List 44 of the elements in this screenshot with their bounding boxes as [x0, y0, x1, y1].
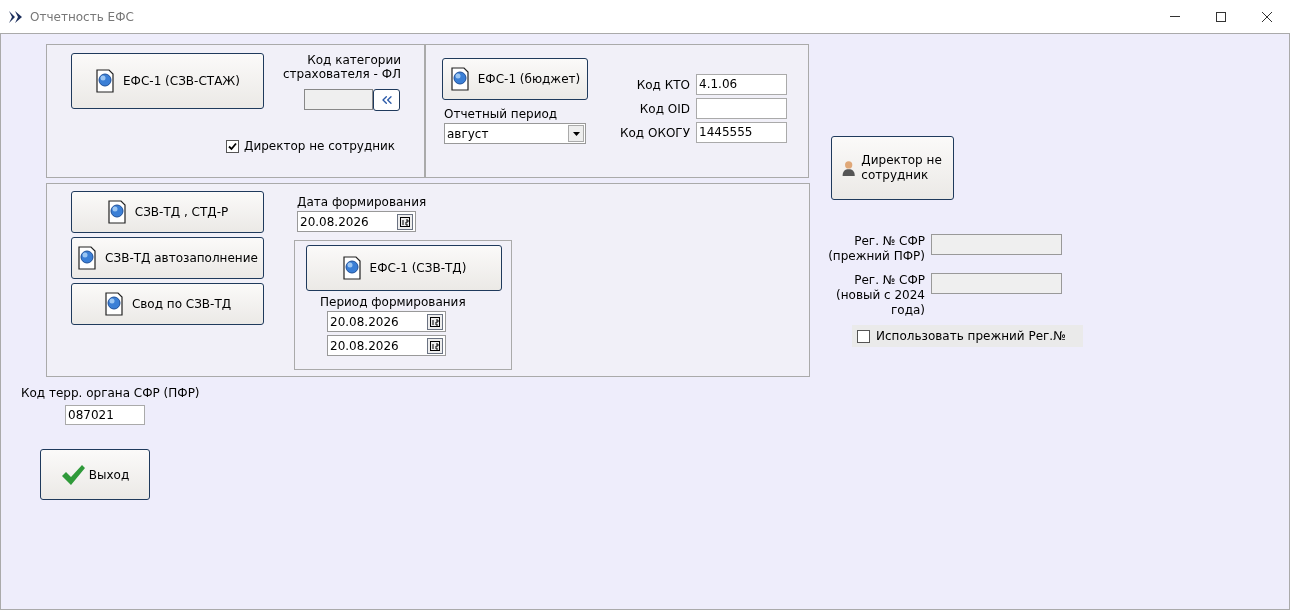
code-field[interactable]: 1445555	[696, 122, 787, 143]
period-dropdown[interactable]: август	[444, 123, 586, 144]
category-field	[304, 89, 373, 110]
reg-number-label: Рег. № СФР (прежний ПФР)	[827, 234, 925, 264]
document-globe-icon	[449, 67, 470, 91]
code-label: Код OID	[639, 100, 690, 118]
checkmark-icon	[60, 463, 85, 486]
checkbox[interactable]	[226, 139, 239, 153]
date-label: Дата формирования	[297, 194, 428, 211]
period-label: Период формирования	[320, 294, 467, 311]
code-field[interactable]	[696, 98, 787, 119]
report-button[interactable]: Свод по СЗВ-ТД	[71, 283, 264, 325]
date-field[interactable]: 20.08.2026	[297, 211, 416, 232]
checkbox-label: Использовать прежний Рег.№	[876, 328, 1066, 345]
date-field[interactable]: 20.08.2026	[327, 311, 446, 332]
report-button[interactable]: СЗВ-ТД , СТД-Р	[71, 191, 264, 233]
period-label: Отчетный период	[444, 106, 559, 123]
calendar-icon[interactable]	[397, 213, 413, 230]
date-field[interactable]: 20.08.2026	[327, 335, 446, 356]
category-label: Код категории страхователя - ФЛ	[282, 53, 401, 81]
document-globe-icon	[103, 292, 124, 316]
checkbox[interactable]	[857, 329, 870, 343]
calendar-icon[interactable]	[427, 337, 443, 354]
reg-number-label: Рег. № СФР (новый с 2024 года)	[835, 273, 925, 318]
code-label: Код ОКОГУ	[620, 124, 690, 142]
report-button[interactable]: ЕФС-1 (СЗВ-ТД)	[306, 245, 502, 291]
chevrons-left-icon[interactable]	[373, 89, 400, 111]
document-globe-icon	[106, 200, 127, 224]
app-icon	[8, 9, 24, 24]
checkbox-label: Директор не сотрудник	[244, 138, 396, 155]
calendar-icon[interactable]	[427, 313, 443, 330]
report-button[interactable]: СЗВ-ТД автозаполнение	[71, 237, 264, 279]
report-button[interactable]: ЕФС-1 (СЗВ-СТАЖ)	[71, 53, 264, 109]
terr-code-field[interactable]: 087021	[65, 405, 145, 425]
document-globe-icon	[95, 69, 116, 93]
document-globe-icon	[341, 256, 362, 280]
document-globe-icon	[77, 246, 98, 270]
window-title: Отчетность ЕФС	[30, 8, 134, 26]
report-button[interactable]: ЕФС-1 (бюджет)	[442, 58, 588, 100]
code-field[interactable]: 4.1.06	[696, 74, 787, 95]
exit-button[interactable]: Выход	[40, 449, 150, 500]
director-button[interactable]: Директор не сотрудник	[831, 136, 954, 200]
terr-code-label: Код терр. органа СФР (ПФР)	[21, 385, 201, 402]
code-label: Код КТО	[636, 76, 690, 94]
